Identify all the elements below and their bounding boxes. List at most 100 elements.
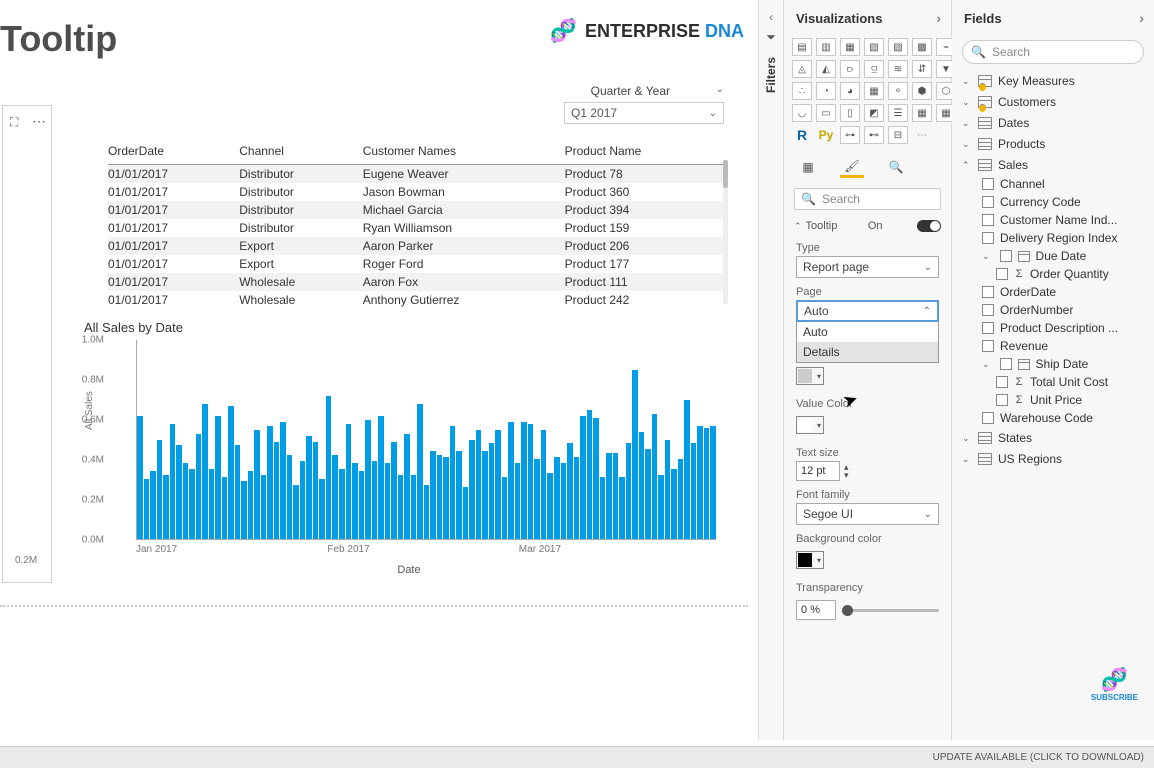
text-size-spinner[interactable]: ▴▾ [844,463,856,479]
field-table-states[interactable]: ⌄States [952,427,1154,448]
viz-waterfall-icon[interactable]: ⇵ [912,60,932,78]
scrollbar-thumb[interactable] [723,160,728,188]
bg-color-swatch[interactable]: ▾ [796,551,824,569]
label-color-swatch[interactable]: ▾ [796,367,824,385]
text-size-input[interactable]: 12 pt ▴▾ [796,461,939,481]
viz-100-bar-icon[interactable]: ▨ [888,38,908,56]
field-checkbox[interactable] [982,178,994,190]
table-row[interactable]: 01/01/2017DistributorRyan WilliamsonProd… [108,219,728,237]
field-table-products[interactable]: ⌄Products [952,133,1154,154]
font-dropdown[interactable]: Segoe UI⌄ [796,503,939,525]
table-row[interactable]: 01/01/2017ExportAaron ParkerProduct 206 [108,237,728,255]
table-scrollbar[interactable] [723,160,728,304]
table-header[interactable]: Customer Names [363,140,565,165]
expand-filters-icon[interactable]: ‹ [759,0,783,24]
viz-line-column-icon[interactable]: ⫐ [840,60,860,78]
analytics-tab-icon[interactable]: 🔍 [884,156,908,178]
viz-stacked-column-icon[interactable]: ▥ [816,38,836,56]
viz-stacked-bar-icon[interactable]: ▤ [792,38,812,56]
viz-kpi-icon[interactable]: ◩ [864,104,884,122]
field-checkbox[interactable] [996,376,1008,388]
focus-mode-icon[interactable]: ⛶ [10,115,18,130]
transparency-input[interactable]: 0 % [796,600,836,620]
viz-key-influencers-icon[interactable]: ⊶ [840,126,860,144]
field-table-key-measures[interactable]: ⌄Key Measures [952,70,1154,91]
viz-gauge-icon[interactable]: ◡ [792,104,812,122]
tooltip-toggle[interactable] [917,220,941,232]
viz-multi-card-icon[interactable]: ▯ [840,104,860,122]
field-checkbox[interactable] [982,286,994,298]
table-row[interactable]: 01/01/2017DistributorEugene WeaverProduc… [108,165,728,184]
field-checkbox[interactable] [996,268,1008,280]
page-option-auto[interactable]: Auto [797,322,938,342]
field-checkbox[interactable] [982,412,994,424]
field-checkbox[interactable] [982,304,994,316]
viz-qa-icon[interactable]: ⊟ [888,126,908,144]
viz-card-icon[interactable]: ▭ [816,104,836,122]
field-checkbox[interactable] [982,214,994,226]
slicer-dropdown[interactable]: Q1 2017 ⌄ [564,102,724,124]
field-checkbox[interactable] [1000,358,1012,370]
field-item[interactable]: Customer Name Ind... [952,211,1154,229]
viz-python-icon[interactable]: Py [816,126,836,144]
viz-filled-map-icon[interactable]: ⬢ [912,82,932,100]
field-checkbox[interactable] [1000,250,1012,262]
filters-pane-collapsed[interactable]: ‹ ⏷ Filters [758,0,784,740]
table-row[interactable]: 01/01/2017ExportRoger FordProduct 177 [108,255,728,273]
viz-scatter-icon[interactable]: ∴ [792,82,812,100]
table-row[interactable]: 01/01/2017WholesaleAnthony GutierrezProd… [108,291,728,309]
table-header[interactable]: Product Name [565,140,728,165]
viz-ribbon-icon[interactable]: ≋ [888,60,908,78]
type-dropdown[interactable]: Report page⌄ [796,256,939,278]
field-item[interactable]: ΣUnit Price [952,391,1154,409]
more-options-icon[interactable]: ⋯ [32,113,47,130]
viz-clustered-bar-icon[interactable]: ▦ [840,38,860,56]
field-checkbox[interactable] [982,340,994,352]
field-item[interactable]: Delivery Region Index [952,229,1154,247]
viz-clustered-column-icon[interactable]: ▧ [864,38,884,56]
transparency-slider[interactable] [842,609,939,612]
selected-placeholder-visual[interactable] [2,105,52,583]
viz-area-icon[interactable]: ◬ [792,60,812,78]
field-item[interactable]: Warehouse Code [952,409,1154,427]
bar-chart-visual[interactable]: All Sales by Date All Sales 1.0M0.8M0.6M… [84,320,734,580]
fields-tab-icon[interactable]: ▦ [796,156,820,178]
tooltip-section-header[interactable]: ⌃ Tooltip On [784,216,951,234]
value-color-swatch[interactable]: ▾ [796,416,824,434]
field-table-us-regions[interactable]: ⌄US Regions [952,448,1154,469]
field-item[interactable]: Revenue [952,337,1154,355]
format-search[interactable]: 🔍 Search [794,188,941,210]
viz-pie-icon[interactable]: ◔ [816,82,836,100]
viz-table-icon[interactable]: ▦ [912,104,932,122]
update-available-text[interactable]: UPDATE AVAILABLE (CLICK TO DOWNLOAD) [933,752,1144,763]
collapse-fields-icon[interactable]: › [1139,10,1144,26]
status-bar[interactable]: UPDATE AVAILABLE (CLICK TO DOWNLOAD) [0,746,1154,768]
table-visual[interactable]: OrderDateChannelCustomer NamesProduct Na… [108,140,728,304]
fields-search[interactable]: 🔍 Search [962,40,1144,64]
field-table-dates[interactable]: ⌄Dates [952,112,1154,133]
subscribe-badge[interactable]: 🧬 SUBSCRIBE [1091,667,1138,702]
field-checkbox[interactable] [996,394,1008,406]
table-header[interactable]: OrderDate [108,140,239,165]
page-option-details[interactable]: Details [797,342,938,362]
field-checkbox[interactable] [982,322,994,334]
viz-100-column-icon[interactable]: ▩ [912,38,932,56]
field-item[interactable]: OrderDate [952,283,1154,301]
table-row[interactable]: 01/01/2017DistributorJason BowmanProduct… [108,183,728,201]
viz-more-icon[interactable]: ⋯ [912,126,932,144]
field-table-customers[interactable]: ⌄Customers [952,91,1154,112]
field-item[interactable]: ΣTotal Unit Cost [952,373,1154,391]
viz-decomp-tree-icon[interactable]: ⊷ [864,126,884,144]
field-checkbox[interactable] [982,232,994,244]
page-dropdown[interactable]: Auto⌃ [796,300,939,322]
viz-line-clustered-icon[interactable]: ⫑ [864,60,884,78]
field-table-sales[interactable]: ⌃Sales [952,154,1154,175]
table-row[interactable]: 01/01/2017WholesaleAaron FoxProduct 111 [108,273,728,291]
field-item[interactable]: ⌄Due Date [952,247,1154,265]
table-row[interactable]: 01/01/2017DistributorMichael GarciaProdu… [108,201,728,219]
field-item[interactable]: Channel [952,175,1154,193]
viz-r-icon[interactable]: R [792,126,812,144]
slicer-header-chevron-icon[interactable]: ⌄ [716,84,724,95]
viz-map-icon[interactable]: ⚬ [888,82,908,100]
viz-donut-icon[interactable]: ◕ [840,82,860,100]
